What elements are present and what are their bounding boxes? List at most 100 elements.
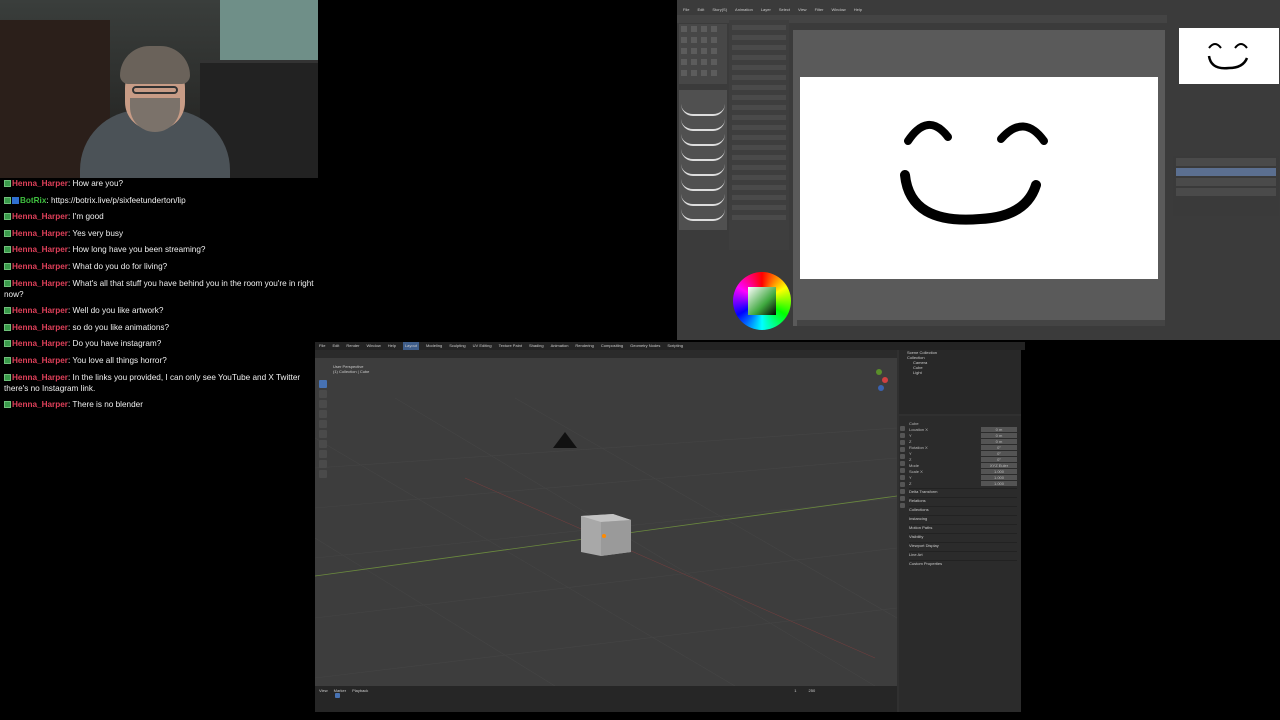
transform-value[interactable]: 0 m	[981, 433, 1017, 438]
transform-row[interactable]: Scale X 1.000	[909, 469, 1017, 474]
chat-username[interactable]: Henna_Harper	[12, 356, 68, 365]
properties-tabs[interactable]	[899, 424, 906, 544]
csp-menu-item[interactable]: View	[798, 7, 807, 15]
transform-row[interactable]: Y 1.000	[909, 475, 1017, 480]
properties-section[interactable]: Line Art	[909, 551, 1017, 558]
properties-section[interactable]: Visibility	[909, 533, 1017, 540]
transform-row[interactable]: Y 0°	[909, 451, 1017, 456]
transform-value[interactable]: 1.000	[981, 475, 1017, 480]
chat-username[interactable]: Henna_Harper	[12, 373, 68, 382]
timeline-playhead[interactable]	[335, 693, 340, 698]
transform-row[interactable]: Z 1.000	[909, 481, 1017, 486]
transform-row[interactable]: Z 0 m	[909, 439, 1017, 444]
blender-menu-item[interactable]: Scripting	[667, 342, 683, 350]
csp-menu-item[interactable]: File	[683, 7, 689, 15]
blender-menu-item[interactable]: Render	[346, 342, 359, 350]
viewport-header[interactable]	[315, 350, 897, 358]
csp-menu-item[interactable]: Story(S)	[712, 7, 727, 15]
chat-username[interactable]: Henna_Harper	[12, 279, 68, 288]
properties-section[interactable]: Motion Paths	[909, 524, 1017, 531]
timeline[interactable]: View Marker Playback 1 250	[315, 686, 897, 712]
properties-section[interactable]: Viewport Display	[909, 542, 1017, 549]
user-badge-icon	[4, 246, 11, 254]
properties-section[interactable]: Relations	[909, 497, 1017, 504]
chat-username[interactable]: Henna_Harper	[12, 400, 68, 409]
object-properties[interactable]: Cube Location X 0 m Y 0 m Z 0 m Rotation X 0° Y 0…	[909, 420, 1017, 567]
blender-menu-item[interactable]: Sculpting	[449, 342, 465, 350]
csp-menu-item[interactable]: Help	[854, 7, 862, 15]
color-square[interactable]	[748, 287, 776, 315]
outliner[interactable]: Scene Collection Collection Camera Cube Ligh…	[899, 350, 1021, 414]
timeline-frame-end[interactable]: 250	[809, 688, 816, 694]
properties-editor[interactable]: Cube Location X 0 m Y 0 m Z 0 m Rotation X 0° Y 0…	[899, 416, 1021, 712]
timeline-menu-item[interactable]: Playback	[352, 688, 368, 694]
chat-text: so do you like animations?	[72, 322, 170, 332]
csp-navigator[interactable]	[1179, 28, 1279, 84]
transform-value[interactable]: 0°	[981, 445, 1017, 450]
blender-topbar[interactable]: File Edit Render Window Help Layout Modeling Sc…	[315, 342, 1025, 350]
outliner-item[interactable]: Light	[899, 370, 1021, 375]
transform-row[interactable]: Y 0 m	[909, 433, 1017, 438]
blender-menu-item[interactable]: Window	[366, 342, 380, 350]
csp-tool-palette[interactable]	[679, 24, 727, 84]
chat-username[interactable]: Henna_Harper	[12, 262, 68, 271]
chat-username[interactable]: Henna_Harper	[12, 229, 68, 238]
csp-menu-item[interactable]: Filter	[815, 7, 824, 15]
blender-menu-item[interactable]: Modeling	[426, 342, 442, 350]
timeline-menu-item[interactable]: View	[319, 688, 328, 694]
properties-section[interactable]: Collections	[909, 506, 1017, 513]
3d-viewport[interactable]: User Perspective (1) Collection | Cube	[315, 358, 897, 686]
blender-menu-item[interactable]: Geometry Nodes	[630, 342, 660, 350]
smiley-drawing	[900, 121, 1048, 225]
chat-message: Henna_Harper: so do you like animations?	[4, 322, 316, 333]
csp-menu-item[interactable]: Edit	[697, 7, 704, 15]
color-wheel[interactable]	[733, 272, 791, 330]
timeline-frame-start[interactable]: 1	[794, 688, 796, 694]
chat-message: Henna_Harper: There is no blender	[4, 399, 316, 410]
csp-brush-list[interactable]	[681, 104, 725, 224]
user-badge-icon	[4, 356, 11, 364]
transform-value[interactable]: 0°	[981, 451, 1017, 456]
transform-row[interactable]: Z 0°	[909, 457, 1017, 462]
chat-username[interactable]: Henna_Harper	[12, 339, 68, 348]
csp-menu-item[interactable]: Layer	[761, 7, 771, 15]
viewport-toolbar[interactable]	[317, 378, 329, 478]
chat-username[interactable]: Henna_Harper	[12, 179, 68, 188]
csp-canvas[interactable]	[800, 77, 1158, 279]
chat-username[interactable]: Henna_Harper	[12, 212, 68, 221]
csp-menu-item[interactable]: Window	[831, 7, 845, 15]
csp-menu-item[interactable]: Animation	[735, 7, 753, 15]
properties-section[interactable]: Instancing	[909, 515, 1017, 522]
blender-menu-item[interactable]: Shading	[529, 342, 544, 350]
transform-value[interactable]: XYZ Euler	[981, 463, 1017, 468]
transform-value[interactable]: 0°	[981, 457, 1017, 462]
properties-section[interactable]: Delta Transform	[909, 488, 1017, 495]
timeline-controls[interactable]: View Marker Playback 1 250	[315, 688, 901, 694]
blender-menu-item[interactable]: Layout	[402, 342, 419, 350]
blender-menu-item[interactable]: Edit	[332, 342, 339, 350]
csp-tool-property[interactable]	[729, 20, 789, 250]
transform-value[interactable]: 1.000	[981, 469, 1017, 474]
transform-value[interactable]: 0 m	[981, 427, 1017, 432]
user-badge-icon	[4, 323, 11, 331]
transform-row[interactable]: Mode XYZ Euler	[909, 463, 1017, 468]
transform-row[interactable]: Location X 0 m	[909, 427, 1017, 432]
chat-username[interactable]: BotRix	[20, 196, 46, 205]
csp-menu-item[interactable]: Select	[779, 7, 790, 15]
chat-username[interactable]: Henna_Harper	[12, 245, 68, 254]
blender-menu-item[interactable]: File	[319, 342, 325, 350]
blender-menu-item[interactable]: Texture Paint	[499, 342, 522, 350]
blender-menu-item[interactable]: UV Editing	[473, 342, 492, 350]
transform-value[interactable]: 1.000	[981, 481, 1017, 486]
csp-layer-panel[interactable]	[1173, 156, 1279, 216]
blender-menu-item[interactable]: Animation	[551, 342, 569, 350]
chat-username[interactable]: Henna_Harper	[12, 306, 68, 315]
blender-menu-item[interactable]: Help	[388, 342, 396, 350]
properties-section[interactable]: Custom Properties	[909, 560, 1017, 567]
transform-row[interactable]: Rotation X 0°	[909, 445, 1017, 450]
chat-username[interactable]: Henna_Harper	[12, 323, 68, 332]
blender-menu-item[interactable]: Compositing	[601, 342, 623, 350]
transform-value[interactable]: 0 m	[981, 439, 1017, 444]
chat-message: Henna_Harper: Yes very busy	[4, 228, 316, 239]
blender-menu-item[interactable]: Rendering	[575, 342, 593, 350]
